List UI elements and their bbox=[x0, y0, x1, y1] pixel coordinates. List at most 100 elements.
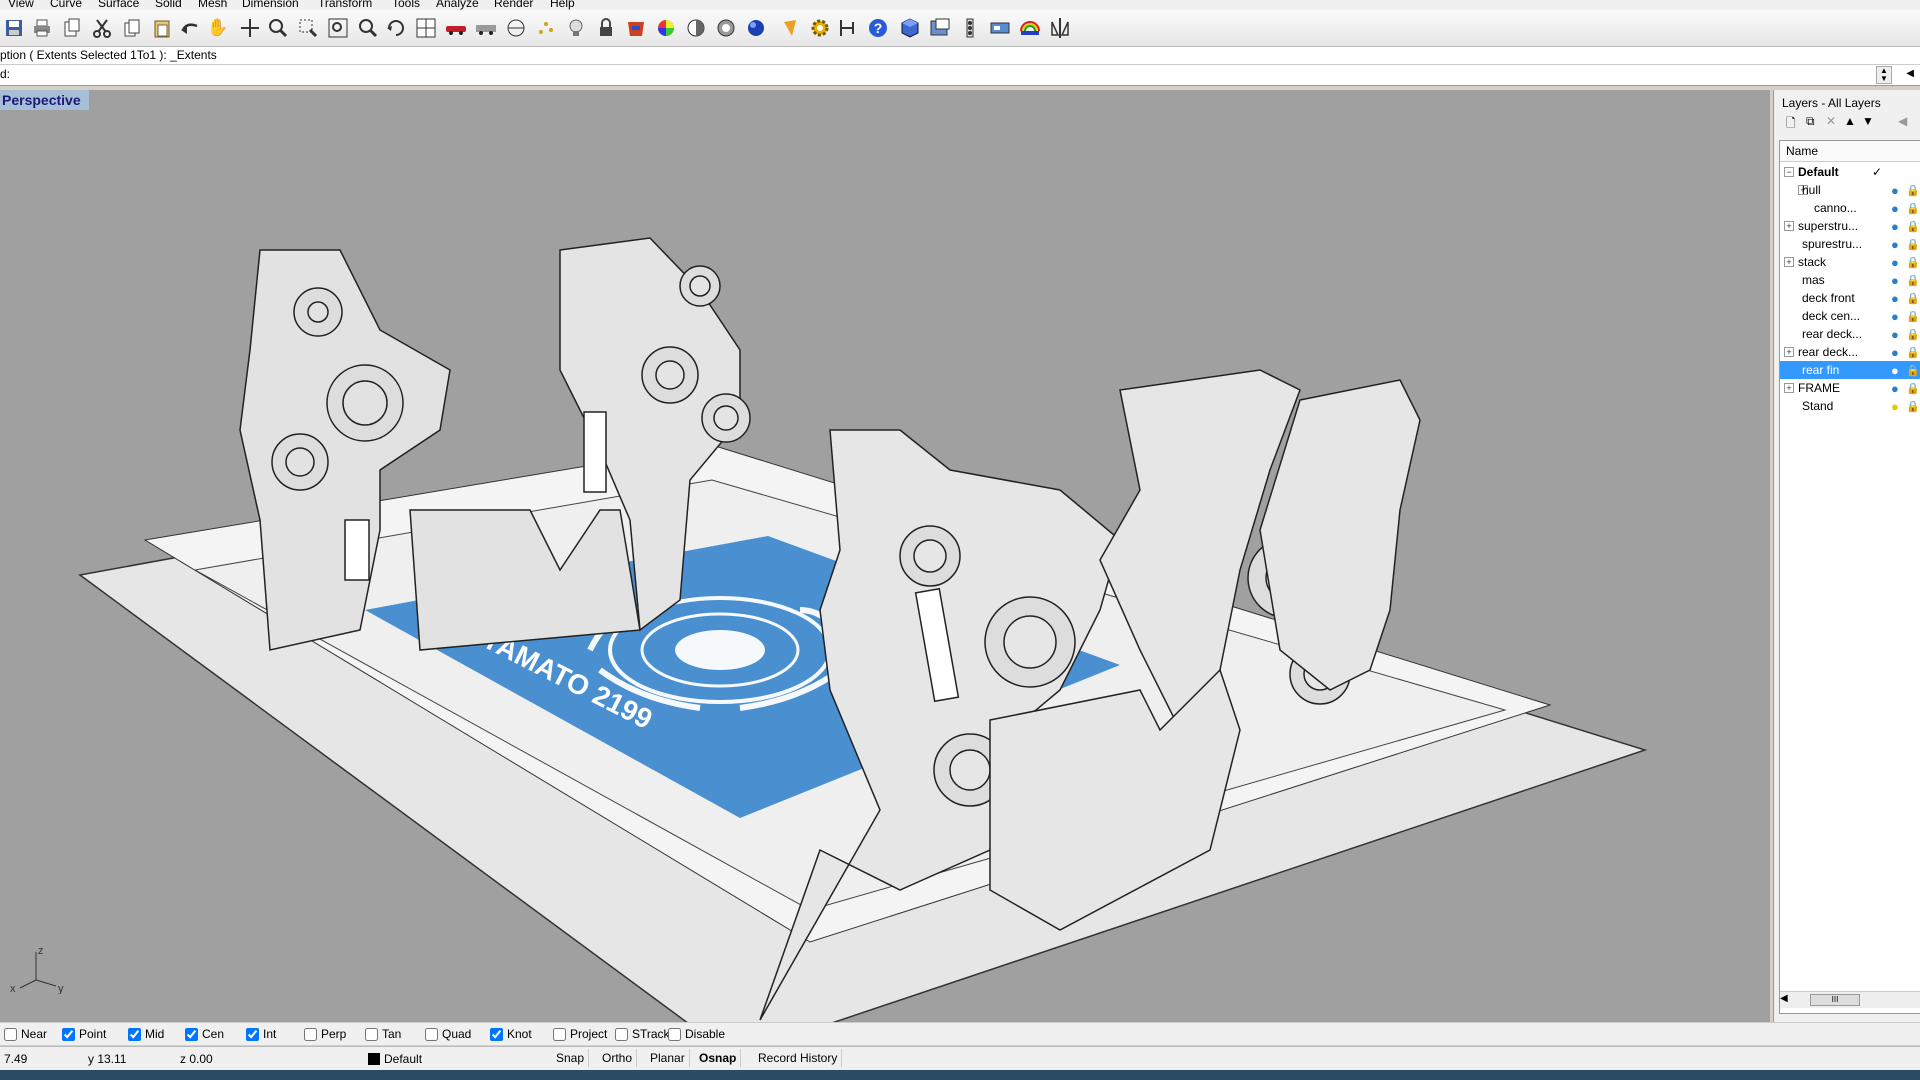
layer-lock-icon[interactable]: 🔒 bbox=[1906, 218, 1920, 236]
layers-hscroll[interactable]: ◀ III bbox=[1780, 991, 1920, 1008]
light-bulb-icon[interactable] bbox=[564, 16, 588, 40]
osnap-quad[interactable]: Quad bbox=[425, 1027, 471, 1041]
osnap-checkbox[interactable] bbox=[553, 1027, 566, 1041]
current-layer[interactable]: Default bbox=[368, 1052, 422, 1066]
layer-visibility-bulb-icon[interactable]: ● bbox=[1891, 290, 1899, 308]
osnap-checkbox[interactable] bbox=[425, 1027, 438, 1041]
cplane-icon[interactable] bbox=[504, 16, 528, 40]
toolbar-layout-icon[interactable] bbox=[958, 16, 982, 40]
status-button-osnap[interactable]: Osnap bbox=[695, 1049, 742, 1067]
move-icon[interactable] bbox=[238, 16, 262, 40]
layer-lock-icon[interactable]: 🔒 bbox=[1906, 398, 1920, 416]
layer-expander[interactable]: + bbox=[1784, 257, 1794, 267]
copy-to-clipboard-icon[interactable] bbox=[60, 16, 84, 40]
layer-row[interactable]: canno... ● 🔒 bbox=[1780, 199, 1920, 217]
layer-visibility-bulb-icon[interactable]: ● bbox=[1891, 218, 1899, 236]
four-viewports-icon[interactable] bbox=[414, 16, 438, 40]
layer-row[interactable]: deck cen... ● 🔒 bbox=[1780, 307, 1920, 325]
osnap-checkbox[interactable] bbox=[128, 1027, 141, 1041]
car-icon[interactable] bbox=[444, 16, 468, 40]
color-wheel-icon[interactable] bbox=[654, 16, 678, 40]
osnap-project[interactable]: Project bbox=[553, 1027, 607, 1041]
layer-lock-icon[interactable]: 🔒 bbox=[1906, 200, 1920, 218]
viewport-properties-icon[interactable] bbox=[988, 16, 1012, 40]
new-sublayer-icon[interactable]: ⧉ bbox=[1806, 114, 1815, 129]
menu-curve[interactable]: Curve bbox=[50, 0, 82, 10]
layer-lock-icon[interactable]: 🔒 bbox=[1906, 380, 1920, 398]
command-input[interactable] bbox=[10, 67, 1870, 81]
options-gear-icon[interactable] bbox=[808, 16, 832, 40]
layer-visibility-bulb-icon[interactable]: ● bbox=[1891, 200, 1899, 218]
layer-expander[interactable]: + bbox=[1784, 221, 1794, 231]
print-icon[interactable] bbox=[30, 16, 54, 40]
layer-lock-icon[interactable]: 🔒 bbox=[1906, 308, 1920, 326]
layer-lock-icon[interactable]: 🔒 bbox=[1906, 290, 1920, 308]
layer-lock-icon[interactable]: 🔒 bbox=[1906, 236, 1920, 254]
layer-row[interactable]: rear deck... ● 🔒 bbox=[1780, 325, 1920, 343]
points-icon[interactable] bbox=[534, 16, 558, 40]
layer-row[interactable]: + stack ● 🔒 bbox=[1780, 253, 1920, 271]
osnap-disable[interactable]: Disable bbox=[668, 1027, 725, 1041]
menu-mesh[interactable]: Mesh bbox=[198, 0, 227, 10]
menu-view[interactable]: View bbox=[8, 0, 34, 10]
render-sphere-icon[interactable] bbox=[744, 16, 768, 40]
layer-expander[interactable]: + bbox=[1784, 347, 1794, 357]
menu-render[interactable]: Render bbox=[494, 0, 533, 10]
layer-visibility-bulb-icon[interactable]: ● bbox=[1891, 362, 1899, 380]
osnap-checkbox[interactable] bbox=[185, 1027, 198, 1041]
mirror-icon[interactable] bbox=[1048, 16, 1072, 40]
viewport-title[interactable]: Perspective bbox=[0, 90, 89, 110]
osnap-checkbox[interactable] bbox=[4, 1027, 17, 1041]
object-properties-icon[interactable] bbox=[928, 16, 952, 40]
layer-row[interactable]: spurestru... ● 🔒 bbox=[1780, 235, 1920, 253]
layer-visibility-bulb-icon[interactable]: ● bbox=[1891, 326, 1899, 344]
layer-expander[interactable]: − bbox=[1784, 167, 1794, 177]
menu-help[interactable]: Help bbox=[550, 0, 575, 10]
layer-row[interactable]: + hull ● 🔒 bbox=[1780, 181, 1920, 199]
box-icon[interactable] bbox=[898, 16, 922, 40]
layer-visibility-bulb-icon[interactable]: ● bbox=[1891, 272, 1899, 290]
menu-solid[interactable]: Solid bbox=[155, 0, 182, 10]
osnap-perp[interactable]: Perp bbox=[304, 1027, 346, 1041]
layer-row[interactable]: mas ● 🔒 bbox=[1780, 271, 1920, 289]
layer-row[interactable]: + superstru... ● 🔒 bbox=[1780, 217, 1920, 235]
layer-lock-icon[interactable]: 🔒 bbox=[1906, 326, 1920, 344]
save-icon[interactable] bbox=[2, 16, 26, 40]
layers-name-header[interactable]: Name bbox=[1780, 141, 1920, 162]
layer-visibility-bulb-icon[interactable]: ● bbox=[1891, 344, 1899, 362]
new-layer-icon[interactable]: 🗋 bbox=[1786, 114, 1796, 135]
shade-icon[interactable] bbox=[684, 16, 708, 40]
truck-icon[interactable] bbox=[474, 16, 498, 40]
layer-visibility-bulb-icon[interactable]: ● bbox=[1891, 254, 1899, 272]
delete-layer-icon[interactable]: ✕ bbox=[1826, 114, 1836, 128]
osnap-knot[interactable]: Knot bbox=[490, 1027, 532, 1041]
osnap-checkbox[interactable] bbox=[246, 1027, 259, 1041]
menu-analyze[interactable]: Analyze bbox=[436, 0, 479, 10]
layer-color-icon[interactable] bbox=[624, 16, 648, 40]
pan-icon[interactable]: ✋ bbox=[206, 16, 230, 40]
osnap-mid[interactable]: Mid bbox=[128, 1027, 164, 1041]
osnap-int[interactable]: Int bbox=[246, 1027, 276, 1041]
menu-transform[interactable]: Transform bbox=[318, 0, 372, 10]
layer-row[interactable]: + rear deck... ● 🔒 bbox=[1780, 343, 1920, 361]
zoom-window-icon[interactable] bbox=[296, 16, 320, 40]
layer-lock-icon[interactable]: 🔒 bbox=[1906, 182, 1920, 200]
layer-row[interactable]: − Default ✓ bbox=[1780, 163, 1920, 181]
layer-lock-icon[interactable]: 🔒 bbox=[1906, 344, 1920, 362]
move-down-icon[interactable]: ▼ bbox=[1862, 114, 1874, 128]
render-icon[interactable] bbox=[780, 16, 804, 40]
layer-visibility-bulb-icon[interactable]: ● bbox=[1891, 398, 1899, 416]
osnap-checkbox[interactable] bbox=[615, 1027, 628, 1041]
cut-icon[interactable] bbox=[90, 16, 114, 40]
status-button-snap[interactable]: Snap bbox=[552, 1049, 590, 1067]
layer-visibility-bulb-icon[interactable]: ● bbox=[1891, 182, 1899, 200]
osnap-checkbox[interactable] bbox=[62, 1027, 75, 1041]
menu-tools[interactable]: Tools bbox=[392, 0, 420, 10]
zoom-extents-icon[interactable] bbox=[326, 16, 350, 40]
zoom-icon[interactable] bbox=[266, 16, 290, 40]
perspective-viewport[interactable]: YAMATO 2199 Perspective z x y bbox=[0, 90, 1770, 1022]
lock-icon[interactable] bbox=[594, 16, 618, 40]
osnap-checkbox[interactable] bbox=[490, 1027, 503, 1041]
layer-row[interactable]: deck front ● 🔒 bbox=[1780, 289, 1920, 307]
collapse-arrow-icon[interactable]: ◀ bbox=[1906, 68, 1914, 79]
